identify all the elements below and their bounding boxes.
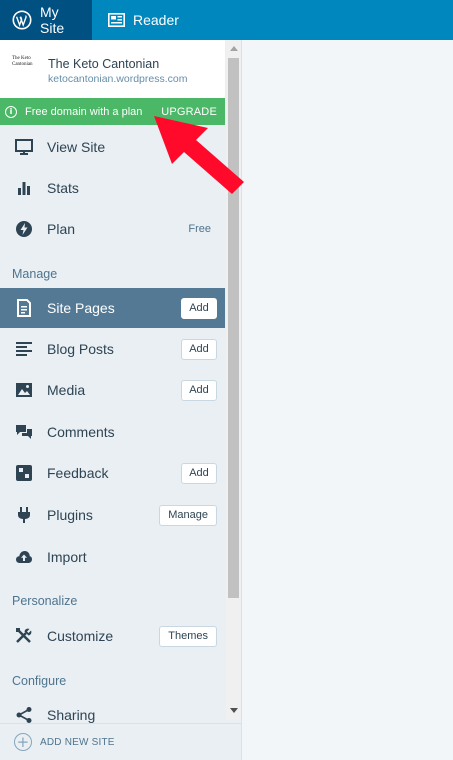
reader-icon (108, 13, 125, 27)
sidebar-item-label: Blog Posts (47, 341, 114, 357)
stats-icon (0, 179, 47, 197)
tools-icon (0, 627, 47, 645)
page-icon (0, 299, 47, 317)
sidebar-item-plugins[interactable]: Plugins Manage (0, 495, 225, 535)
section-header-manage: Manage (12, 267, 58, 281)
site-url: ketocantonian.wordpress.com (48, 73, 188, 85)
reader-label: Reader (133, 12, 179, 28)
share-icon (0, 706, 47, 724)
current-site-card[interactable]: The Keto Cantonian The Keto Cantonian ke… (0, 40, 225, 98)
sidebar-item-feedback[interactable]: Feedback Add (0, 453, 225, 493)
sidebar-item-blog-posts[interactable]: Blog Posts Add (0, 329, 225, 369)
section-header-configure: Configure (12, 674, 67, 688)
my-site-tab[interactable]: My Site (0, 0, 92, 40)
add-feedback-button[interactable]: Add (181, 462, 217, 484)
sidebar-item-import[interactable]: Import (0, 537, 225, 577)
sidebar-item-media[interactable]: Media Add (0, 370, 225, 410)
sidebar-item-label: Media (47, 382, 86, 398)
image-icon (0, 381, 47, 399)
reader-tab[interactable]: Reader (92, 0, 191, 40)
add-new-site-label: ADD NEW SITE (40, 736, 115, 748)
sidebar-item-label: Comments (47, 424, 115, 440)
sidebar-item-label: Customize (47, 628, 114, 644)
main-content (243, 40, 453, 760)
info-icon: i (5, 105, 17, 118)
annotation-arrow-icon (154, 116, 244, 194)
scroll-up-arrow-icon[interactable] (230, 46, 238, 51)
scroll-down-arrow-icon[interactable] (230, 708, 238, 713)
wordpress-logo-icon (12, 10, 32, 30)
sidebar-item-site-pages[interactable]: Site Pages Add (0, 288, 225, 328)
site-logo: The Keto Cantonian (12, 56, 33, 67)
my-site-label: My Site (40, 4, 65, 36)
sidebar-item-label: Sharing (47, 707, 96, 723)
themes-button[interactable]: Themes (159, 625, 217, 647)
cloud-upload-icon (0, 548, 47, 566)
monitor-icon (0, 138, 47, 156)
feedback-icon (0, 464, 47, 482)
add-circle-icon: + (14, 733, 32, 751)
sidebar-item-label: Feedback (47, 465, 109, 481)
add-media-button[interactable]: Add (181, 379, 217, 401)
posts-icon (0, 340, 47, 358)
sidebar-item-label: Plugins (47, 507, 93, 523)
sidebar-item-label: Stats (47, 180, 79, 196)
sidebar-item-label: Site Pages (47, 300, 115, 316)
comments-icon (0, 423, 47, 441)
manage-plugins-button[interactable]: Manage (159, 504, 217, 526)
add-new-site-link[interactable]: + ADD NEW SITE (0, 723, 241, 760)
add-post-button[interactable]: Add (181, 338, 217, 360)
add-page-button[interactable]: Add (181, 297, 217, 319)
sidebar-item-label: View Site (47, 139, 106, 155)
sidebar-item-label: Plan (47, 221, 76, 237)
plan-badge: Free (188, 223, 211, 235)
sidebar-item-plan[interactable]: Plan Free (0, 209, 225, 249)
sidebar-item-customize[interactable]: Customize Themes (0, 616, 225, 656)
plan-icon (0, 220, 47, 238)
promo-text: Free domain with a plan (25, 105, 143, 118)
site-title: The Keto Cantonian (48, 57, 160, 71)
plug-icon (0, 506, 47, 524)
masterbar: My Site Reader (0, 0, 453, 40)
section-header-personalize: Personalize (12, 594, 78, 608)
sidebar-item-label: Import (47, 549, 87, 565)
sidebar-item-comments[interactable]: Comments (0, 412, 225, 452)
